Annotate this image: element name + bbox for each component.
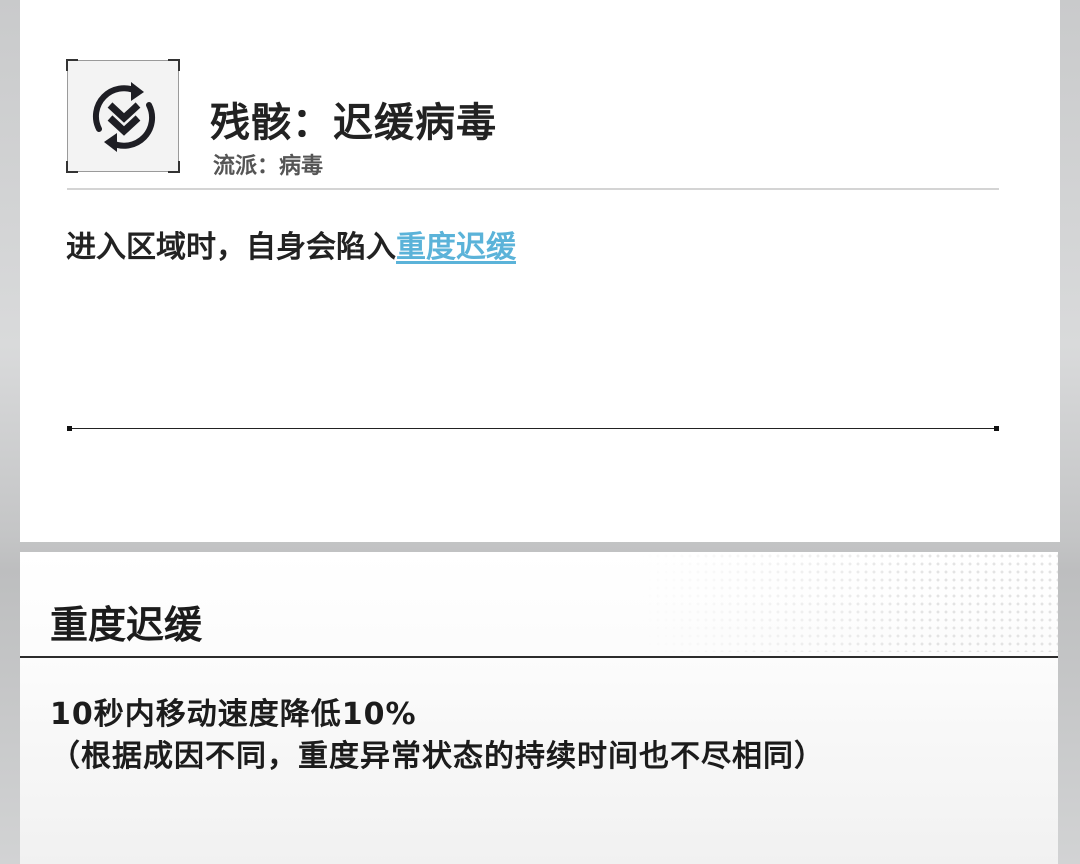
tooltip-note-line: （根据成因不同，重度异常状态的持续时间也不尽相同） [50, 739, 825, 774]
frame-corner [168, 59, 180, 71]
frame-corner [66, 59, 78, 71]
header-divider [67, 188, 999, 190]
skill-description: 进入区域时，自身会陷入重度迟缓 [66, 222, 516, 266]
divider-end-dot [994, 426, 999, 431]
skill-icon-frame [66, 59, 180, 173]
description-text: 进入区域时，自身会陷入 [66, 230, 396, 265]
decorative-dot-pattern [638, 552, 1058, 652]
divider-end-dot [67, 426, 72, 431]
status-keyword-link[interactable]: 重度迟缓 [396, 230, 516, 265]
tooltip-effect-line: 10秒内移动速度降低10% [50, 697, 417, 732]
tooltip-divider [20, 656, 1058, 658]
tooltip-title: 重度迟缓 [50, 603, 203, 647]
skill-title: 残骸：迟缓病毒 [210, 100, 497, 146]
double-chevron-down-cycle-icon [92, 82, 156, 152]
card-bottom-divider [67, 426, 999, 431]
keyword-tooltip-panel: 重度迟缓 10秒内移动速度降低10% （根据成因不同，重度异常状态的持续时间也不… [20, 552, 1058, 864]
skill-school: 流派：病毒 [213, 154, 324, 179]
frame-corner [168, 161, 180, 173]
skill-card: 残骸：迟缓病毒 流派：病毒 进入区域时，自身会陷入重度迟缓 [20, 0, 1060, 542]
tooltip-body: 10秒内移动速度降低10% （根据成因不同，重度异常状态的持续时间也不尽相同） [50, 694, 825, 778]
frame-corner [66, 161, 78, 173]
